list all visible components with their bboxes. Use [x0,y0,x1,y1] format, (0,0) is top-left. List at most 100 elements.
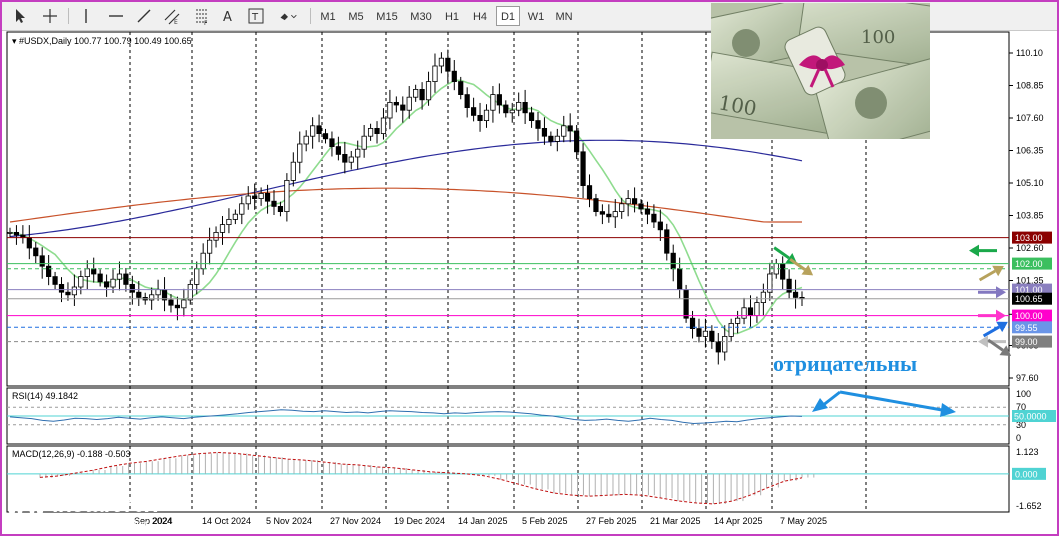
level-tag-label: 102.00 [1015,259,1043,269]
candle-body [670,252,676,270]
candle-body [174,304,181,309]
candle-body [741,307,747,319]
candle-body [419,89,425,101]
candle-body [380,117,387,134]
candle-body [631,198,638,205]
candle-body [58,283,65,293]
candle-body [715,341,721,353]
candle-body [65,291,71,296]
candle-body [239,203,245,215]
price-tick-label: 108.85 [1016,81,1044,91]
logo-tagline: Instant Forex Trading [53,519,148,530]
candle-body [187,283,193,301]
candle-body [136,291,142,298]
candle-body [271,200,277,207]
candle-body [651,213,657,223]
candle-body [406,96,412,111]
candle-body [574,130,580,153]
symbol-header: ▾ #USDX,Daily 100.77 100.79 100.49 100.6… [12,36,192,46]
candle-body [554,135,560,142]
candle-body [747,307,754,316]
candle-body [683,289,689,319]
candle-body [46,265,52,278]
candle-body [490,94,496,111]
candle-body [644,208,651,215]
price-tick-label: 97.60 [1016,373,1039,383]
candle-body [355,148,361,158]
candle-body [207,239,213,254]
date-label: 19 Dec 2024 [394,516,445,526]
candle-body [516,102,522,111]
price-tick-label: 106.35 [1016,146,1044,156]
candle-body [342,153,348,163]
candle-body [297,143,303,163]
candle-body [702,330,709,337]
level-tag-label: 99.00 [1015,337,1038,347]
candle-body [664,229,670,254]
candle-body [284,179,290,212]
candle-body [696,328,702,337]
candle-body [451,70,457,82]
candle-body [483,109,490,121]
candle-body [26,237,32,249]
candle-body [709,330,715,343]
macd-zero-tag-label: 0.000 [1015,469,1038,479]
candle-body [258,192,264,199]
candle-body [361,135,367,150]
candle-body [200,252,206,270]
candle-body [535,120,541,129]
level-tag-label: 103.00 [1015,233,1043,243]
candle-body [792,291,799,298]
date-label: 21 Mar 2025 [650,516,701,526]
candle-body [149,294,155,301]
candle-body [586,185,593,200]
date-label: 14 Oct 2024 [202,516,251,526]
candle-body [252,195,258,199]
candle-body [71,286,77,296]
candle-body [503,104,509,114]
candle-body [123,273,129,285]
candle-body [78,276,84,288]
date-label: 14 Apr 2025 [714,516,763,526]
candle-body [677,268,683,290]
candle-body [33,247,39,257]
rsi-tick-label: 0 [1016,433,1021,443]
price-tick-label: 107.60 [1016,113,1044,123]
candle-body [567,125,573,132]
date-label: 5 Feb 2025 [522,516,568,526]
rsi-level-tag-label: 50.0000 [1014,412,1047,422]
candle-body [168,299,174,306]
candle-body [413,89,419,98]
candle-body [754,302,760,317]
price-tick-label: 105.10 [1016,178,1044,188]
dollar-bills-image: 100 100 [711,3,930,139]
candle-body [316,125,322,135]
candle-body [97,273,103,283]
candle-body [181,299,187,309]
candle-body [432,65,438,82]
candle-body [722,335,728,353]
candle-body [155,289,161,296]
candle-body [13,231,20,236]
candle-body [374,127,380,134]
svg-text:100: 100 [861,27,895,48]
candle-body [509,109,515,114]
date-label: 27 Nov 2024 [330,516,381,526]
candle-body [322,133,329,140]
candle-body [657,221,663,231]
candle-body [780,263,786,280]
candle-body [477,115,483,122]
candle-body [606,213,612,218]
candle-body [52,276,58,285]
candle-body [599,211,605,215]
candle-body [367,127,374,137]
macd-label: MACD(12,26,9) -0.188 -0.503 [12,449,131,459]
candle-body [329,138,335,148]
candle-body [84,268,90,277]
candle-body [116,273,123,280]
macd-tick-label: 1.123 [1016,447,1039,457]
level-tag-label: 99.55 [1015,323,1038,333]
candle-body [7,231,13,234]
candle-body [110,278,116,288]
candle-body [290,161,296,181]
